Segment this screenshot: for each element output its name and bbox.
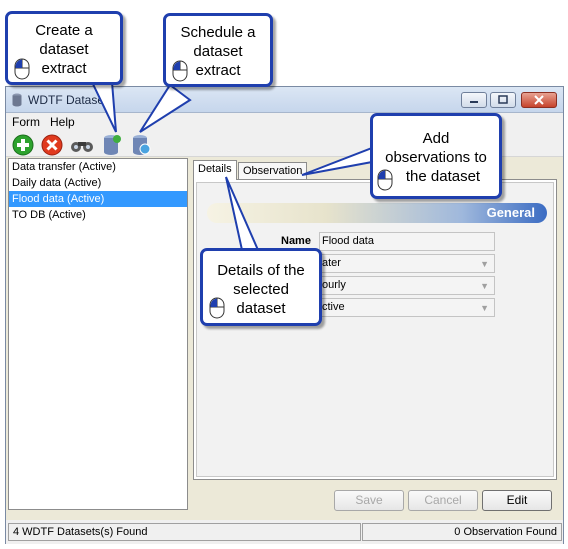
mouse-click-icon [172,60,188,82]
schedule-extract-callout: Schedule a dataset extract [163,13,273,87]
callout-line: Create a [35,22,93,39]
callout-line: Schedule a [180,24,256,41]
callout-line: observations to [385,149,487,166]
details-selected-arrow [225,176,260,251]
mouse-click-icon [209,297,225,319]
mouse-click-icon [14,58,30,80]
add-observations-callout: Add observations to the dataset [370,113,502,199]
callout-line: Details of the [217,262,305,279]
details-selected-callout: Details of the selected dataset [200,248,322,326]
mouse-click-icon [377,169,393,191]
create-extract-arrow [90,81,117,133]
callout-line: Add [422,130,450,147]
callout-line: dataset [39,41,89,58]
create-extract-callout: Create a dataset extract [5,11,123,85]
add-observations-arrow [301,146,373,176]
schedule-extract-arrow [139,83,192,133]
callout-line: dataset [193,43,243,60]
